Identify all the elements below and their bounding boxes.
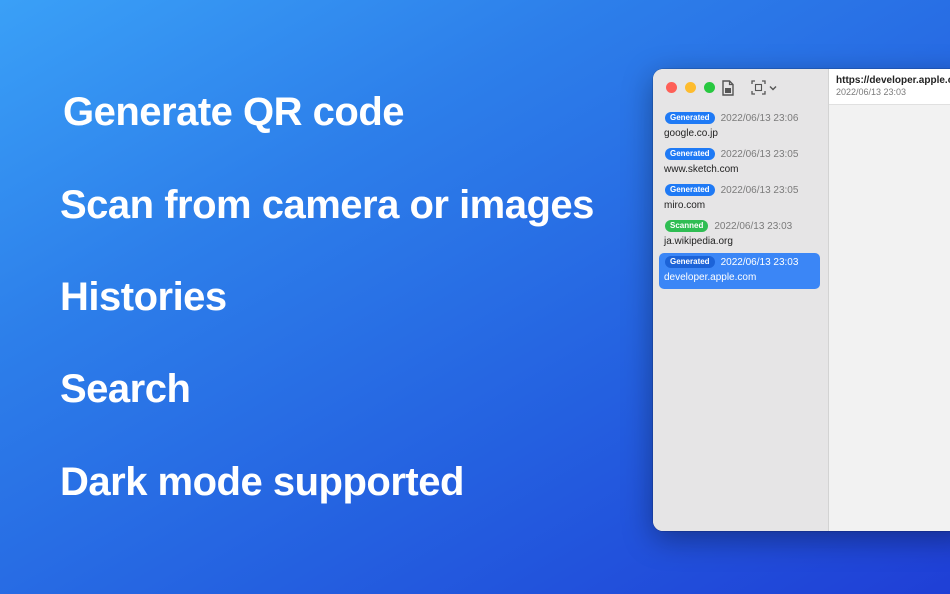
document-icon: [722, 80, 734, 96]
item-date: 2022/06/13 23:03: [714, 220, 793, 232]
status-badge: Generated: [665, 256, 715, 268]
history-item[interactable]: Scanned 2022/06/13 23:03 ja.wikipedia.or…: [659, 217, 820, 253]
item-host: ja.wikipedia.org: [664, 236, 733, 247]
close-button[interactable]: [666, 82, 677, 93]
detail-url[interactable]: https://developer.apple.com: [836, 75, 950, 86]
sidebar: Generated 2022/06/13 23:06 google.co.jp …: [653, 69, 829, 531]
status-badge: Scanned: [665, 220, 709, 232]
item-date: 2022/06/13 23:06: [720, 112, 799, 124]
feature-generate-qr: Generate QR code: [63, 90, 405, 134]
history-item-selected[interactable]: Generated 2022/06/13 23:03 developer.app…: [659, 253, 820, 289]
status-badge: Generated: [665, 148, 715, 160]
scan-menu-button[interactable]: [751, 80, 777, 95]
detail-date: 2022/06/13 23:03: [836, 87, 907, 97]
status-badge: Generated: [665, 184, 715, 196]
history-item[interactable]: Generated 2022/06/13 23:05 miro.com: [659, 181, 820, 217]
item-date: 2022/06/13 23:03: [720, 256, 799, 268]
item-host: developer.apple.com: [664, 272, 757, 283]
feature-search: Search: [60, 367, 191, 411]
item-host: www.sketch.com: [664, 164, 739, 175]
item-host: miro.com: [664, 200, 706, 211]
minimize-button[interactable]: [685, 82, 696, 93]
item-date: 2022/06/13 23:05: [720, 148, 799, 160]
app-window: Generated 2022/06/13 23:06 google.co.jp …: [653, 69, 950, 531]
new-document-button[interactable]: [721, 80, 735, 101]
feature-dark-mode: Dark mode supported: [60, 460, 464, 504]
scan-icon: [751, 80, 766, 95]
item-date: 2022/06/13 23:05: [720, 184, 799, 196]
history-item[interactable]: Generated 2022/06/13 23:05 www.sketch.co…: [659, 145, 820, 181]
feature-histories: Histories: [60, 275, 227, 319]
window-controls: [666, 82, 715, 93]
history-list: Generated 2022/06/13 23:06 google.co.jp …: [659, 109, 820, 289]
item-host: google.co.jp: [664, 128, 718, 139]
detail-pane: https://developer.apple.com 2022/06/13 2…: [829, 69, 950, 531]
status-badge: Generated: [665, 112, 715, 124]
chevron-down-icon: [769, 85, 777, 90]
detail-header: https://developer.apple.com 2022/06/13 2…: [829, 69, 950, 105]
feature-scan: Scan from camera or images: [60, 183, 594, 227]
history-item[interactable]: Generated 2022/06/13 23:06 google.co.jp: [659, 109, 820, 145]
zoom-button[interactable]: [704, 82, 715, 93]
